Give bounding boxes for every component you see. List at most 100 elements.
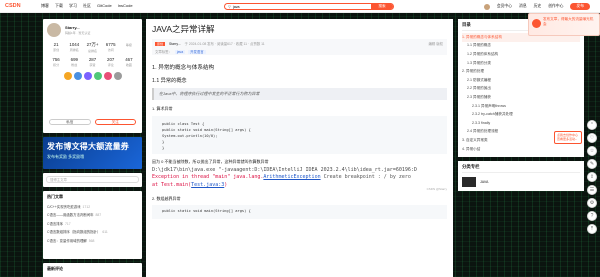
toc-item[interactable]: 1.3 异常的分类 — [462, 59, 580, 68]
messages-link[interactable]: 消息 — [519, 4, 527, 9]
edit-link[interactable]: 编辑 版权 — [428, 41, 443, 46]
creator-center-link[interactable]: 创作中心 — [548, 4, 563, 9]
toc-item[interactable]: 2.1 防御式编程 — [462, 76, 580, 85]
private-message-button[interactable]: 私信 — [49, 119, 91, 125]
nav-gitcode[interactable]: GitCode — [97, 3, 112, 9]
follow-button[interactable]: 关注 — [94, 119, 136, 125]
stat-week-rank[interactable]: 1044 周排名 — [65, 42, 83, 53]
paragraph-array-index: 2. 数组越界异常 — [152, 196, 181, 202]
author-name[interactable]: Starry... — [65, 25, 90, 30]
toc-item[interactable]: 2. 异常的处理 — [462, 67, 580, 76]
user-toolbar: 会员中心 消息 历史 创作中心 发布 — [483, 3, 590, 10]
menu-icon[interactable]: ☰ — [587, 185, 597, 195]
csdn-logo[interactable]: CSDN — [5, 3, 41, 9]
search-button[interactable]: 搜索 — [371, 4, 393, 9]
recent-comments-title: 最新评论 — [47, 266, 63, 271]
badge-icon[interactable] — [103, 72, 112, 80]
author-avatar[interactable] — [47, 23, 61, 37]
promo-popup[interactable]: 发布文章，得最大的流量曝光机会 — [528, 13, 600, 36]
author-stats-row-2: 756 积分 699 粉丝 287 获赞 207 评论 467 收藏 — [47, 57, 138, 67]
left-sidebar: Starry... 码龄1年 · 暂无认证 21 原创 1044 周排名 27万+ 总… — [43, 19, 142, 277]
tag-dev-language[interactable]: 开发语言 — [188, 50, 206, 54]
top-navigation-bar: CSDN 博客 下载 学习 社区 GitCode InsCode ⚲ 搜索 会员… — [0, 0, 600, 13]
right-sidebar: 目录 1. 异常的概念与体系结构 1.1 异常的概念 1.2 异常的体系结构 1.3 … — [458, 19, 584, 191]
tag-java[interactable]: java — [174, 50, 186, 54]
toc-item[interactable]: 4. 异常小结 — [462, 145, 580, 154]
badge-icon[interactable] — [73, 72, 82, 80]
nav-inscode[interactable]: InsCode — [118, 3, 133, 9]
hot-articles-title: 热门文章 — [47, 194, 63, 199]
settings-icon[interactable]: ⚙ — [587, 198, 597, 208]
blog-search-input[interactable]: 搜博主文章 — [46, 176, 139, 183]
meta-author[interactable]: Starry... — [169, 42, 181, 46]
stat-points: 756 积分 — [52, 57, 60, 67]
list-item[interactable]: C语言——用函数方法判断闰年 887 — [47, 212, 138, 217]
stat-total-rank[interactable]: 27万+ 总排名 — [83, 42, 101, 53]
banner-subline: 发布有奖励 多奖励哦 — [47, 154, 85, 159]
list-item[interactable]: C语言排序 717 — [47, 221, 138, 226]
badge-icon[interactable] — [83, 72, 92, 80]
original-badge: 原创 — [155, 42, 166, 46]
badge-icon[interactable] — [63, 72, 72, 80]
share-icon[interactable]: ⇪ — [587, 172, 597, 182]
badge-icon[interactable] — [113, 72, 122, 80]
code-block-2[interactable]: public static void main(String[] args) { — [152, 205, 447, 220]
list-item[interactable]: C语言数组排序（指向数组的指针） 611 — [47, 229, 138, 234]
category-column-card: 分类专栏 JAVA — [458, 161, 584, 191]
toc-item[interactable]: 1.2 异常的体系结构 — [462, 50, 580, 59]
table-of-contents: 目录 1. 异常的概念与体系结构 1.1 异常的概念 1.2 异常的体系结构 1.3 … — [458, 19, 584, 157]
user-avatar[interactable] — [483, 3, 490, 10]
column-item-label: JAVA — [480, 180, 489, 184]
toc-item[interactable]: 2.3.2 try-catch捕获并处理 — [462, 110, 580, 119]
article-title: JAVA之异常详解 — [152, 24, 215, 34]
favorite-icon[interactable]: ☆ — [587, 146, 597, 156]
column-title: 分类专栏 — [462, 164, 580, 173]
scroll-up-icon[interactable]: ⌃ — [587, 120, 597, 130]
creator-center-notice[interactable]: 点我去创作中心查看更多活动~ — [554, 131, 582, 144]
back-to-top-icon[interactable]: ⤒ — [587, 224, 597, 234]
nav-download[interactable]: 下载 — [55, 3, 63, 9]
promo-banner[interactable]: 发布博文得大额流量券 发布有奖励 多奖励哦 — [43, 137, 142, 169]
badge-icon[interactable] — [93, 72, 102, 80]
view-count: 1712 — [82, 204, 91, 209]
banner-headline: 发布博文得大额流量券 — [47, 142, 129, 151]
nav-community[interactable]: 社区 — [83, 3, 91, 9]
meta-info: 于 2024-01-08 发布 · 阅读量617 · 收藏 11 · 点赞数 1… — [184, 42, 265, 46]
like-icon[interactable]: ♡ — [587, 133, 597, 143]
author-profile-card: Starry... 码龄1年 · 暂无认证 21 原创 1044 周排名 27万+ 总… — [43, 19, 142, 133]
toc-item[interactable]: 2.3.1 异常声明throws — [462, 102, 580, 111]
search-input[interactable] — [230, 4, 361, 9]
history-link[interactable]: 历史 — [534, 4, 542, 9]
article-meta: 原创 Starry... 于 2024-01-08 发布 · 阅读量617 · … — [152, 39, 447, 55]
toc-item[interactable]: 2.2 异常的抛出 — [462, 85, 580, 94]
nav-blog[interactable]: 博客 — [41, 3, 49, 9]
stat-fans[interactable]: 699 粉丝 — [65, 57, 83, 67]
code-block-1[interactable]: public class Test { public static void m… — [152, 116, 447, 154]
stat-original[interactable]: 21 原创 — [47, 42, 65, 53]
help-icon[interactable]: ? — [587, 211, 597, 221]
toc-item[interactable]: 2.3.3 finally — [462, 119, 580, 128]
column-item[interactable]: JAVA — [462, 177, 580, 187]
article-tags: 文章标签： java 开发语言 — [155, 49, 444, 54]
stat-level[interactable]: 等级 — [120, 42, 138, 53]
stat-visits[interactable]: 6775 访问 — [102, 42, 120, 53]
promo-badge-icon — [532, 19, 541, 28]
floating-toolbar: ⌃ ♡ ☆ ✎ ⇪ ☰ ⚙? ⤒ — [586, 120, 598, 234]
edit-icon[interactable]: ✎ — [587, 159, 597, 169]
list-item[interactable]: C/C++实现贪吃蛇游戏 1712 — [47, 204, 138, 209]
blog-search-card: 搜博主文章 — [43, 173, 142, 187]
list-item[interactable]: C语言：变量作用域的理解 568 — [47, 238, 138, 243]
toc-item[interactable]: 1.1 异常的概念 — [462, 42, 580, 51]
author-stats-row-1: 21 原创 1044 周排名 27万+ 总排名 6775 访问 等级 — [47, 42, 138, 53]
author-subtitle: 码龄1年 · 暂无认证 — [65, 31, 91, 35]
stat-favorites: 467 收藏 — [125, 57, 133, 67]
nav-learn[interactable]: 学习 — [69, 3, 77, 9]
promo-text: 发布文章，得最大的流量曝光机会 — [543, 17, 594, 26]
member-center-link[interactable]: 会员中心 — [497, 4, 512, 9]
view-count: 717 — [65, 221, 71, 226]
paragraph-explanation: 因为 0 不能当被除数，所以抛出了异常，这种异常就叫作算数异常 — [152, 159, 269, 164]
stat-comments: 207 评论 — [107, 57, 115, 67]
toc-item[interactable]: 2.3 异常的捕获 — [462, 93, 580, 102]
publish-button[interactable]: 发布 — [570, 3, 590, 10]
section-heading-1-1: 1.1 异常的概念 — [152, 78, 187, 84]
